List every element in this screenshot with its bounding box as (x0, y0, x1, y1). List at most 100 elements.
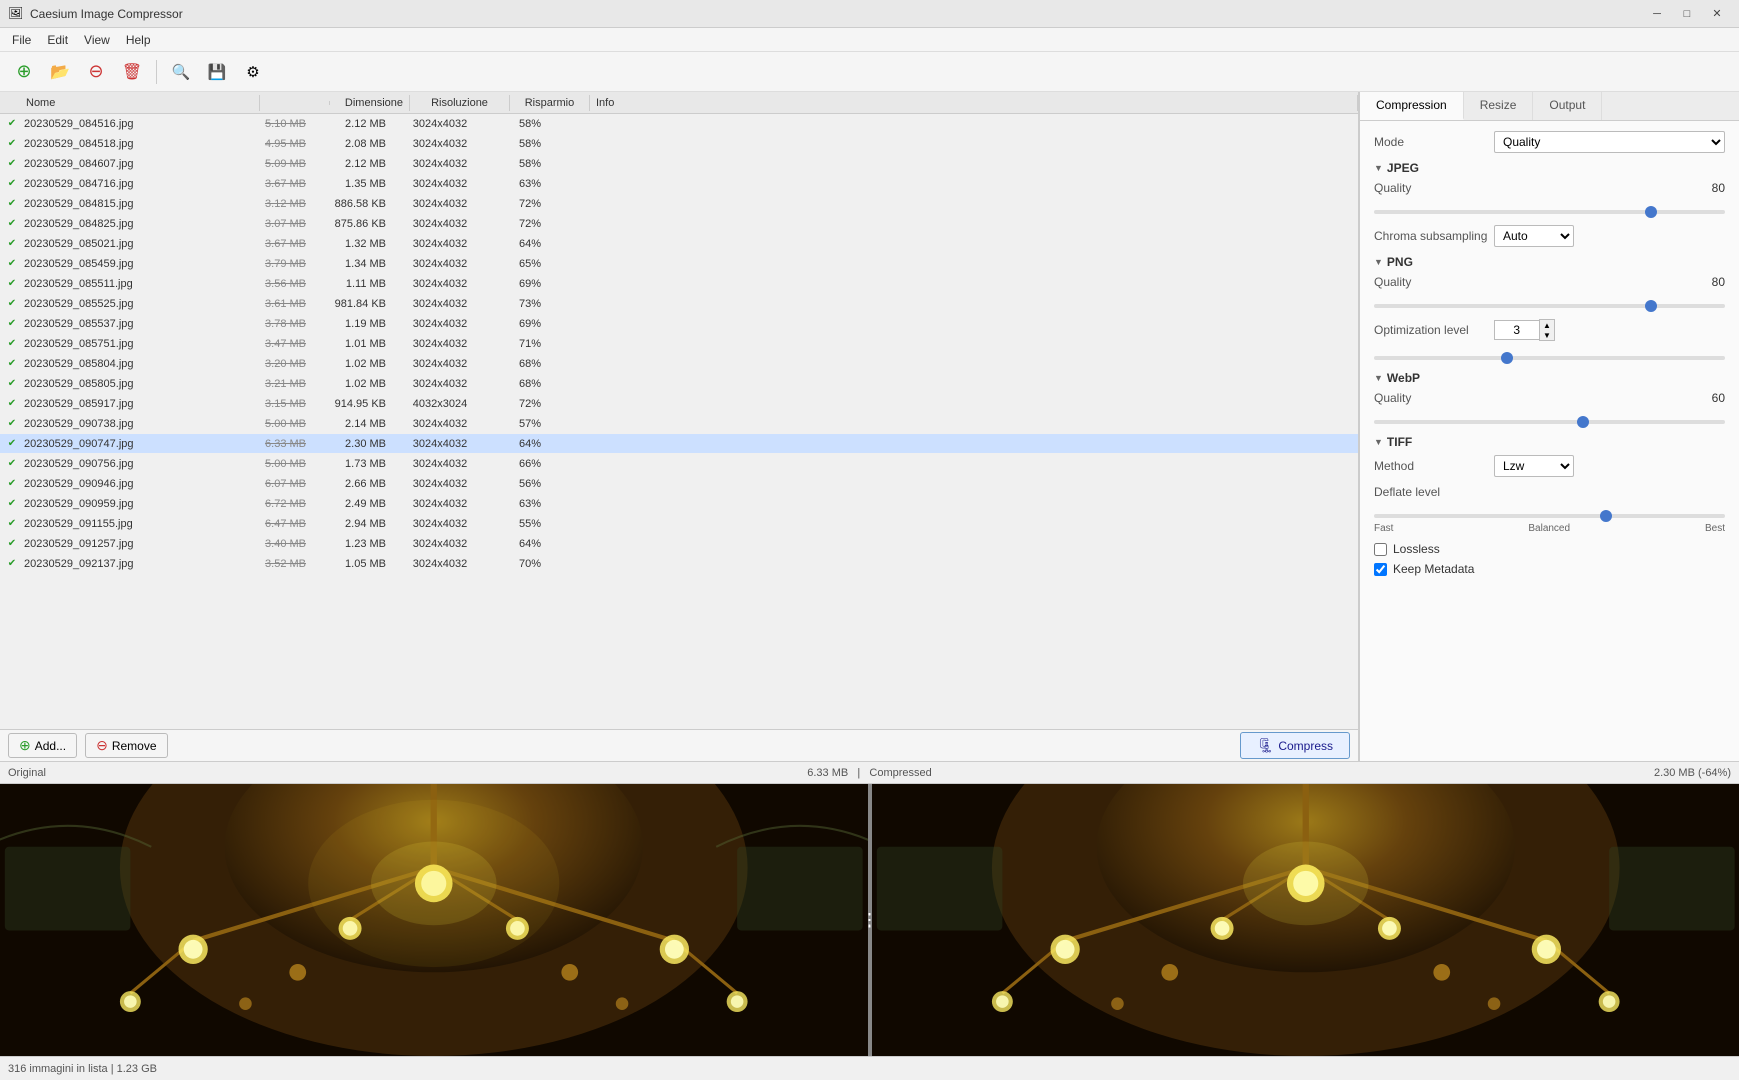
table-row[interactable]: ✔ 20230529_084518.jpg 4.95 MB 2.08 MB 30… (0, 134, 1358, 154)
preview-header: Original 6.33 MB | Compressed 2.30 MB (-… (0, 762, 1739, 784)
tiff-method-label: Method (1374, 459, 1494, 473)
menu-help[interactable]: Help (118, 31, 159, 49)
file-orig-size: 3.15 MB (240, 398, 310, 410)
table-row[interactable]: ✔ 20230529_084516.jpg 5.10 MB 2.12 MB 30… (0, 114, 1358, 134)
deflate-balanced-label: Balanced (1528, 523, 1570, 534)
status-icon: ✔ (4, 356, 20, 372)
table-row[interactable]: ✔ 20230529_085537.jpg 3.78 MB 1.19 MB 30… (0, 314, 1358, 334)
close-button[interactable]: ✕ (1703, 4, 1731, 24)
comp-size: 2.30 MB (-64%) (970, 767, 1732, 779)
file-orig-size: 5.00 MB (240, 458, 310, 470)
status-icon: ✔ (4, 156, 20, 172)
col-header-res[interactable]: Risoluzione (410, 95, 510, 111)
export-button[interactable]: 💾 (201, 56, 233, 88)
menu-edit[interactable]: Edit (39, 31, 76, 49)
compress-button[interactable]: 🗜 Compress (1240, 732, 1350, 759)
table-row[interactable]: ✔ 20230529_090738.jpg 5.00 MB 2.14 MB 30… (0, 414, 1358, 434)
table-row[interactable]: ✔ 20230529_085804.jpg 3.20 MB 1.02 MB 30… (0, 354, 1358, 374)
table-row[interactable]: ✔ 20230529_085805.jpg 3.21 MB 1.02 MB 30… (0, 374, 1358, 394)
col-header-orig (260, 101, 330, 105)
file-comp-size: 1.01 MB (310, 338, 390, 350)
png-opt-input[interactable] (1494, 320, 1539, 340)
remove-button[interactable]: ⊖ (80, 56, 112, 88)
file-comp-size: 1.02 MB (310, 358, 390, 370)
table-row[interactable]: ✔ 20230529_085751.jpg 3.47 MB 1.01 MB 30… (0, 334, 1358, 354)
menu-view[interactable]: View (76, 31, 118, 49)
status-icon: ✔ (4, 416, 20, 432)
file-orig-size: 5.09 MB (240, 158, 310, 170)
png-section-header[interactable]: ▼ PNG (1374, 255, 1725, 269)
png-opt-spinner-btns: ▲ ▼ (1539, 319, 1555, 341)
keep-metadata-label[interactable]: Keep Metadata (1393, 562, 1474, 576)
col-header-info[interactable]: Info (590, 95, 1358, 111)
lossless-label[interactable]: Lossless (1393, 542, 1440, 556)
file-name: 20230529_085917.jpg (20, 398, 240, 410)
png-opt-slider[interactable] (1374, 356, 1725, 360)
tab-output[interactable]: Output (1533, 92, 1602, 120)
minimize-button[interactable]: ─ (1643, 4, 1671, 24)
settings-button[interactable]: ⚙ (237, 56, 269, 88)
table-row[interactable]: ✔ 20230529_085021.jpg 3.67 MB 1.32 MB 30… (0, 234, 1358, 254)
png-quality-row: Quality 80 (1374, 275, 1725, 289)
status-icon: ✔ (4, 316, 20, 332)
tab-resize[interactable]: Resize (1464, 92, 1534, 120)
menu-file[interactable]: File (4, 31, 39, 49)
table-row[interactable]: ✔ 20230529_085525.jpg 3.61 MB 981.84 KB … (0, 294, 1358, 314)
file-resolution: 3024x4032 (390, 258, 490, 270)
jpeg-quality-slider[interactable] (1374, 210, 1725, 214)
table-row[interactable]: ✔ 20230529_084607.jpg 5.09 MB 2.12 MB 30… (0, 154, 1358, 174)
col-header-comp[interactable]: Dimensione (330, 95, 410, 111)
status-icon: ✔ (4, 196, 20, 212)
webp-section-header[interactable]: ▼ WebP (1374, 371, 1725, 385)
file-savings: 69% (490, 318, 570, 330)
lossless-checkbox[interactable] (1374, 543, 1387, 556)
table-row[interactable]: ✔ 20230529_091257.jpg 3.40 MB 1.23 MB 30… (0, 534, 1358, 554)
tiff-deflate-slider-container: Fast Balanced Best (1374, 507, 1725, 534)
file-orig-size: 3.07 MB (240, 218, 310, 230)
table-row[interactable]: ✔ 20230529_085917.jpg 3.15 MB 914.95 KB … (0, 394, 1358, 414)
png-quality-slider-container (1374, 297, 1725, 311)
col-header-nome[interactable]: Nome (20, 95, 260, 111)
file-savings: 55% (490, 518, 570, 530)
mode-label: Mode (1374, 135, 1494, 149)
table-row[interactable]: ✔ 20230529_090747.jpg 6.33 MB 2.30 MB 30… (0, 434, 1358, 454)
mode-select[interactable]: Quality (1494, 131, 1725, 153)
remove-file-button[interactable]: ⊖ Remove (85, 733, 167, 758)
file-resolution: 3024x4032 (390, 538, 490, 550)
comp-label: Compressed (869, 767, 931, 779)
file-comp-size: 2.30 MB (310, 438, 390, 450)
search-button[interactable]: 🔍 (165, 56, 197, 88)
table-row[interactable]: ✔ 20230529_085459.jpg 3.79 MB 1.34 MB 30… (0, 254, 1358, 274)
table-row[interactable]: ✔ 20230529_090959.jpg 6.72 MB 2.49 MB 30… (0, 494, 1358, 514)
jpeg-chroma-select[interactable]: Auto 4:4:4 4:2:2 4:2:0 (1494, 225, 1574, 247)
png-opt-up[interactable]: ▲ (1540, 320, 1554, 330)
file-list-scroll[interactable]: ✔ 20230529_084516.jpg 5.10 MB 2.12 MB 30… (0, 114, 1358, 729)
webp-quality-slider[interactable] (1374, 420, 1725, 424)
jpeg-section-header[interactable]: ▼ JPEG (1374, 161, 1725, 175)
clear-button[interactable]: 🗑 (116, 56, 148, 88)
table-row[interactable]: ✔ 20230529_092137.jpg 3.52 MB 1.05 MB 30… (0, 554, 1358, 574)
tiff-deflate-slider[interactable] (1374, 514, 1725, 518)
png-opt-down[interactable]: ▼ (1540, 330, 1554, 340)
file-orig-size: 5.00 MB (240, 418, 310, 430)
open-folder-button[interactable]: 📂 (44, 56, 76, 88)
table-row[interactable]: ✔ 20230529_084825.jpg 3.07 MB 875.86 KB … (0, 214, 1358, 234)
png-quality-slider[interactable] (1374, 304, 1725, 308)
file-resolution: 4032x3024 (390, 398, 490, 410)
maximize-button[interactable]: □ (1673, 4, 1701, 24)
tiff-section-header[interactable]: ▼ TIFF (1374, 435, 1725, 449)
table-row[interactable]: ✔ 20230529_090756.jpg 5.00 MB 1.73 MB 30… (0, 454, 1358, 474)
file-orig-size: 3.47 MB (240, 338, 310, 350)
table-row[interactable]: ✔ 20230529_084716.jpg 3.67 MB 1.35 MB 30… (0, 174, 1358, 194)
tiff-method-select[interactable]: Lzw Deflate None (1494, 455, 1574, 477)
table-row[interactable]: ✔ 20230529_091155.jpg 6.47 MB 2.94 MB 30… (0, 514, 1358, 534)
add-button[interactable]: ⊕ Add... (8, 733, 77, 758)
add-circle-button[interactable]: ⊕ (8, 56, 40, 88)
file-orig-size: 3.20 MB (240, 358, 310, 370)
table-row[interactable]: ✔ 20230529_090946.jpg 6.07 MB 2.66 MB 30… (0, 474, 1358, 494)
tab-compression[interactable]: Compression (1360, 92, 1464, 120)
table-row[interactable]: ✔ 20230529_085511.jpg 3.56 MB 1.11 MB 30… (0, 274, 1358, 294)
keep-metadata-checkbox[interactable] (1374, 563, 1387, 576)
table-row[interactable]: ✔ 20230529_084815.jpg 3.12 MB 886.58 KB … (0, 194, 1358, 214)
col-header-savings[interactable]: Risparmio (510, 95, 590, 111)
